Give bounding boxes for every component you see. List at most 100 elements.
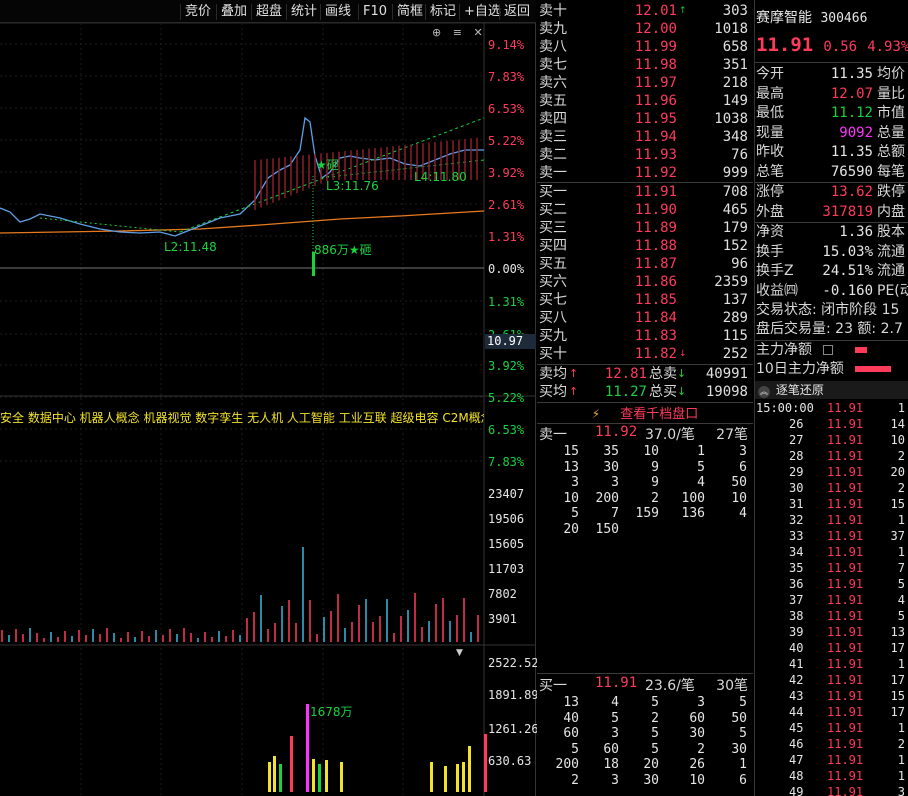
main-net10-bar <box>855 366 891 372</box>
info-row: 换手 15.03% 流通 <box>756 243 905 260</box>
amount-bar <box>340 762 343 792</box>
close-icon[interactable]: ✕ <box>473 26 482 39</box>
volume-tick: 3901 <box>488 612 517 626</box>
amount-bar <box>268 762 271 792</box>
book-level[interactable]: 卖十 12.01 ↑ 303 <box>537 2 753 20</box>
queue-row: 20 150 <box>563 521 619 537</box>
queue-row: 15 35 10 1 3 <box>563 444 747 459</box>
queue-row: 5 60 5 2 30 <box>571 741 747 757</box>
star-sell-marker: ★砸 <box>316 158 339 172</box>
collapse-icon[interactable]: ︽ <box>758 386 770 398</box>
queue-row: 10 200 2 100 10 <box>563 490 747 506</box>
view-depth-link[interactable]: ⚡ 查看千档盘口 <box>537 403 753 422</box>
amount-peak-label: 1678万 <box>310 705 353 719</box>
up-arrow-icon: ↑ <box>679 6 687 16</box>
book-level[interactable]: 卖三 11.94 348 <box>537 128 753 146</box>
intraday-chart-panel[interactable]: 竞价 叠加 超盘 统计 画线 F10 简框 标记 +自选 返回 ⊕ ≡ ✕ 9.14% 7.83% 6… <box>0 0 539 796</box>
main-net-bar <box>855 347 867 353</box>
book-level[interactable]: 买九 11.83 115 <box>537 327 753 345</box>
book-level[interactable]: 卖二 11.93 76 <box>537 146 753 164</box>
queue-row: 13 4 5 3 5 <box>563 695 747 710</box>
amount-tick: 2522.52 <box>488 656 539 670</box>
amount-tick: 1261.26 <box>488 722 539 736</box>
info-row: 换手Z 24.51% 流通 <box>756 263 905 279</box>
info-row: 外盘 317819 内盘 <box>756 203 905 220</box>
book-level[interactable]: 卖九 12.00 1018 <box>537 20 753 38</box>
order-book: 卖十 12.01 ↑ 303 卖九 12.00 1018 卖八 11.99 658 卖七 11.98 3… <box>537 0 753 796</box>
stock-title: 赛摩智能 300466 <box>756 10 868 26</box>
down-arrow-icon: ↓ <box>677 367 687 380</box>
book-level[interactable]: 买二 11.90 465 <box>537 201 753 219</box>
tick-row: 42 11.91 17 <box>789 673 905 687</box>
queue-row: 2 3 30 10 6 <box>571 772 747 788</box>
percent-tick: 1.31% <box>488 230 525 244</box>
info-row: 总笔 76590 每笔 <box>756 163 905 180</box>
book-level[interactable]: 买五 11.87 96 <box>537 255 753 273</box>
book-level[interactable]: 卖五 11.96 149 <box>537 92 753 110</box>
book-level[interactable]: 买四 11.88 152 <box>537 237 753 255</box>
percent-tick: 5.22% <box>488 391 525 405</box>
amount-dropdown-icon[interactable]: ▼ <box>456 648 463 658</box>
tick-row: 37 11.91 4 <box>789 593 905 607</box>
tick-header[interactable]: ︽ 逐笔还原 <box>755 381 908 399</box>
queue-row: 13 30 9 5 6 <box>563 459 747 475</box>
tick-row: 27 11.91 10 <box>789 433 905 447</box>
book-level[interactable]: 卖一 11.92 999 <box>537 164 753 182</box>
tick-row: 38 11.91 5 <box>789 609 905 623</box>
book-level[interactable]: 买三 11.89 179 <box>537 219 753 237</box>
amount-bar <box>273 756 276 792</box>
book-level[interactable]: 卖四 11.95 1038 <box>537 110 753 128</box>
tick-row: 49 11.91 3 <box>789 785 905 796</box>
info-row: 昨收 11.35 总额 <box>756 144 905 160</box>
amount-bar <box>456 764 459 792</box>
concept-ticker: 安全 数据中心 机器人概念 机器视觉 数字孪生 无人机 人工智能 工业互联 超级… <box>0 411 484 425</box>
tick-row: 47 11.91 1 <box>789 753 905 767</box>
tick-row: 15:00:00 11.91 1 <box>756 401 905 415</box>
down-arrow-icon: ↓ <box>677 385 687 398</box>
volume-tick: 11703 <box>488 562 525 576</box>
lightning-icon: ⚡ <box>591 407 601 421</box>
queue-row: 200 18 20 26 1 <box>555 757 747 772</box>
amount-bar <box>468 746 471 792</box>
percent-tick: 7.83% <box>488 455 525 469</box>
volume-tick: 15605 <box>488 537 525 551</box>
percent-tick: 6.53% <box>488 102 525 116</box>
amount-bar <box>462 762 465 792</box>
info-row: 净资 1.36 股本 <box>756 224 905 240</box>
amount-bar <box>430 762 433 792</box>
tick-row: 39 11.91 13 <box>789 625 905 639</box>
tick-row: 46 11.91 2 <box>789 737 905 751</box>
up-arrow-icon: ↑ <box>569 367 579 380</box>
amount-bar <box>484 734 487 792</box>
amount-bar <box>279 764 282 792</box>
amount-tick: 1891.89 <box>488 688 539 702</box>
amount-bar <box>444 766 447 792</box>
amount-bar <box>325 760 328 792</box>
info-row: 涨停 13.62 跌停 <box>756 184 905 200</box>
percent-tick: 9.14% <box>488 38 525 52</box>
book-level[interactable]: 买十 11.82 ↓ 252 <box>537 345 753 363</box>
book-level[interactable]: 买八 11.84 289 <box>537 309 753 327</box>
tick-row: 41 11.91 1 <box>789 657 905 671</box>
book-level[interactable]: 买一 11.91 708 <box>537 183 753 201</box>
table-icon[interactable] <box>823 345 833 355</box>
book-level[interactable]: 买六 11.86 2359 <box>537 273 753 291</box>
menu-icon[interactable]: ≡ <box>453 26 462 39</box>
info-row: 最高 12.07 量比 <box>756 85 905 102</box>
amount-bar <box>318 764 321 792</box>
zoom-icon[interactable]: ⊕ <box>432 26 441 39</box>
percent-tick: 3.92% <box>488 359 525 373</box>
book-level[interactable]: 卖六 11.97 218 <box>537 74 753 92</box>
chart-settings-icons[interactable]: ⊕ ≡ ✕ <box>432 26 483 39</box>
volume-tick: 19506 <box>488 512 525 526</box>
percent-tick: 3.92% <box>488 166 525 180</box>
down-arrow-icon: ↓ <box>679 349 687 359</box>
book-level[interactable]: 买七 11.85 137 <box>537 291 753 309</box>
book-level[interactable]: 卖八 11.99 658 <box>537 38 753 56</box>
buy1-queue-header: 买一 11.91 23.6/笔 30笔 <box>539 675 748 694</box>
buy1-queue-table: 13 4 5 3 5 40 5 2 60 50 60 3 5 30 5 5 60 5 2 30 200 18 20 26 1 2 3… <box>537 695 753 788</box>
intraday-chart[interactable] <box>0 0 536 796</box>
book-level[interactable]: 卖七 11.98 351 <box>537 56 753 74</box>
percent-tick: 2.61% <box>488 198 525 212</box>
tick-row: 28 11.91 2 <box>789 449 905 463</box>
